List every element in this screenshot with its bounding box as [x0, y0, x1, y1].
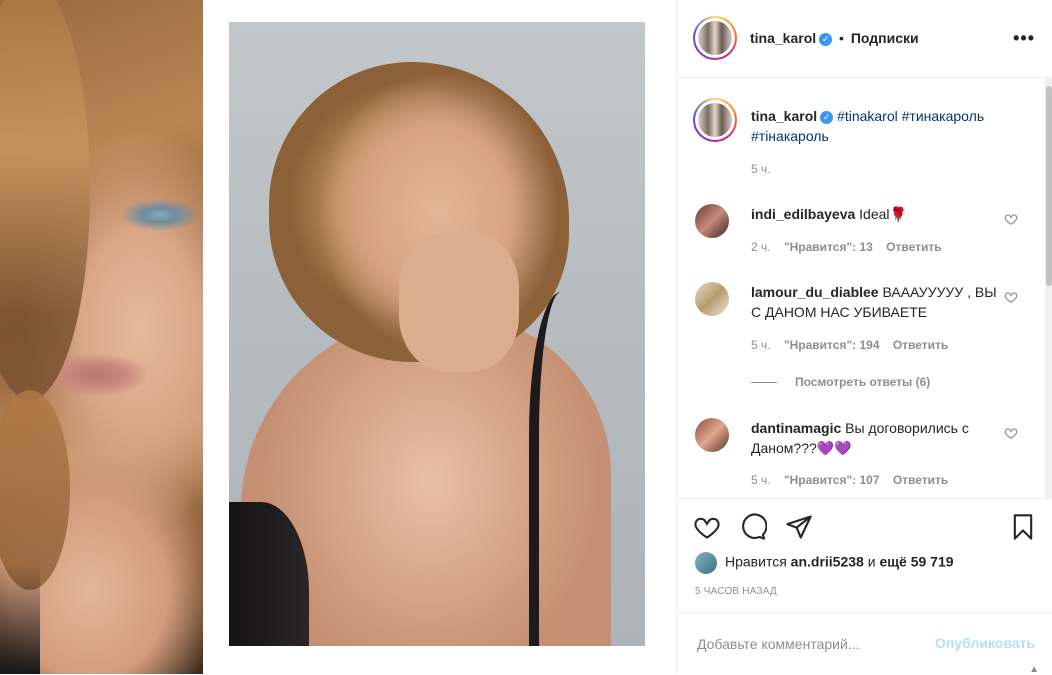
save-bookmark-icon[interactable] — [1009, 513, 1037, 541]
comment-like-heart-icon[interactable] — [1004, 212, 1018, 226]
post-side-panel: tina_karol ✓ • Подписки ••• tina_karol ✓ #… — [676, 0, 1052, 675]
comment-text: indi_edilbayeva Ideal🌹 — [751, 204, 1001, 224]
commenter-avatar[interactable] — [695, 282, 729, 316]
comment-likes-count[interactable]: "Нравится": 13 — [784, 240, 873, 254]
hashtag-link[interactable]: #тинакароль — [902, 108, 984, 124]
more-options-icon[interactable]: ••• — [1013, 28, 1035, 49]
share-paper-plane-icon[interactable] — [785, 513, 813, 541]
scrollbar-thumb[interactable] — [1046, 86, 1052, 286]
photo-strap — [529, 292, 609, 646]
likes-summary: Нравится an.drii5238 и ещё 59 719 — [695, 552, 954, 574]
verified-badge-icon: ✓ — [820, 110, 834, 124]
commenter-username[interactable]: indi_edilbayeva — [751, 206, 855, 222]
post-photo[interactable] — [229, 22, 645, 646]
comment-meta: 5 ч. "Нравится": 107 Ответить — [751, 473, 958, 487]
comment-input[interactable] — [695, 631, 919, 657]
commenter-avatar[interactable] — [695, 204, 729, 238]
comment-reply-button[interactable]: Ответить — [893, 473, 948, 487]
header-separator: • — [839, 30, 844, 46]
previous-post-photo[interactable] — [0, 0, 203, 674]
comment-bubble-icon[interactable] — [739, 513, 767, 541]
following-button[interactable]: Подписки — [851, 30, 919, 46]
comment-meta: 5 ч. "Нравится": 194 Ответить — [751, 338, 958, 352]
comments-list[interactable]: tina_karol ✓ #tinakarol #тинакароль #тіна… — [677, 78, 1052, 498]
caption-username[interactable]: tina_karol — [751, 108, 817, 124]
comment-like-heart-icon[interactable] — [1004, 290, 1018, 304]
comment-text: lamour_du_diablee ВАААУУУУУ , ВЫ С ДАНОМ… — [751, 282, 1001, 322]
resize-caret-icon: ▲ — [1029, 664, 1039, 675]
author-avatar[interactable] — [693, 16, 737, 60]
hashtag-link[interactable]: #tinakarol — [837, 108, 898, 124]
caption-time[interactable]: 5 ч. — [751, 162, 771, 176]
comment-like-heart-icon[interactable] — [1004, 426, 1018, 440]
commenter-username[interactable]: dantinamagic — [751, 420, 841, 436]
comment-reply-button[interactable]: Ответить — [893, 338, 948, 352]
comment-meta: 2 ч. "Нравится": 13 Ответить — [751, 240, 952, 254]
publish-button[interactable]: Опубликовать — [935, 635, 1035, 651]
author-username[interactable]: tina_karol — [750, 30, 816, 46]
comments-scrollbar[interactable] — [1045, 78, 1052, 498]
likes-conj: и — [867, 553, 876, 570]
view-replies-label[interactable]: Посмотреть ответы (6) — [795, 375, 930, 389]
commenter-username[interactable]: lamour_du_diablee — [751, 284, 879, 300]
comment-time[interactable]: 5 ч. — [751, 338, 771, 352]
post-actions-bar — [677, 498, 1052, 599]
post-header: tina_karol ✓ • Подписки ••• — [677, 0, 1052, 78]
photo-neck-region — [399, 232, 519, 372]
caption-meta: 5 ч. — [751, 162, 781, 176]
header-line: tina_karol ✓ • Подписки — [750, 30, 919, 46]
view-replies-button[interactable]: Посмотреть ответы (6) — [751, 375, 930, 389]
photo-hair-region — [0, 0, 90, 400]
comment-time[interactable]: 5 ч. — [751, 473, 771, 487]
hashtag-link[interactable]: #тінакароль — [751, 128, 829, 144]
verified-badge-icon: ✓ — [819, 32, 833, 46]
caption-text: tina_karol ✓ #tinakarol #тинакароль #тіна… — [751, 106, 1001, 146]
liker-avatar[interactable] — [695, 552, 717, 574]
photo-shadow — [0, 564, 40, 674]
comment-likes-count[interactable]: "Нравится": 194 — [784, 338, 880, 352]
like-heart-icon[interactable] — [693, 513, 721, 541]
caption-author-avatar[interactable] — [693, 98, 737, 142]
liker-username[interactable]: an.drii5238 — [791, 554, 864, 570]
likes-count[interactable]: ещё 59 719 — [879, 554, 953, 570]
commenter-avatar[interactable] — [695, 418, 729, 452]
add-comment-bar: Опубликовать ▲ — [677, 612, 1052, 675]
likes-prefix: Нравится — [725, 553, 787, 570]
replies-divider — [751, 382, 777, 384]
post-timestamp[interactable]: 5 ЧАСОВ НАЗАД — [695, 586, 777, 597]
photo-hair-region-lower — [0, 390, 70, 590]
comment-reply-button[interactable]: Ответить — [886, 240, 941, 254]
comment-text: dantinamagic Вы договорились с Даном???💜… — [751, 418, 1001, 458]
comment-body: Ideal🌹 — [859, 206, 907, 222]
comment-time[interactable]: 2 ч. — [751, 240, 771, 254]
comment-likes-count[interactable]: "Нравится": 107 — [784, 473, 880, 487]
